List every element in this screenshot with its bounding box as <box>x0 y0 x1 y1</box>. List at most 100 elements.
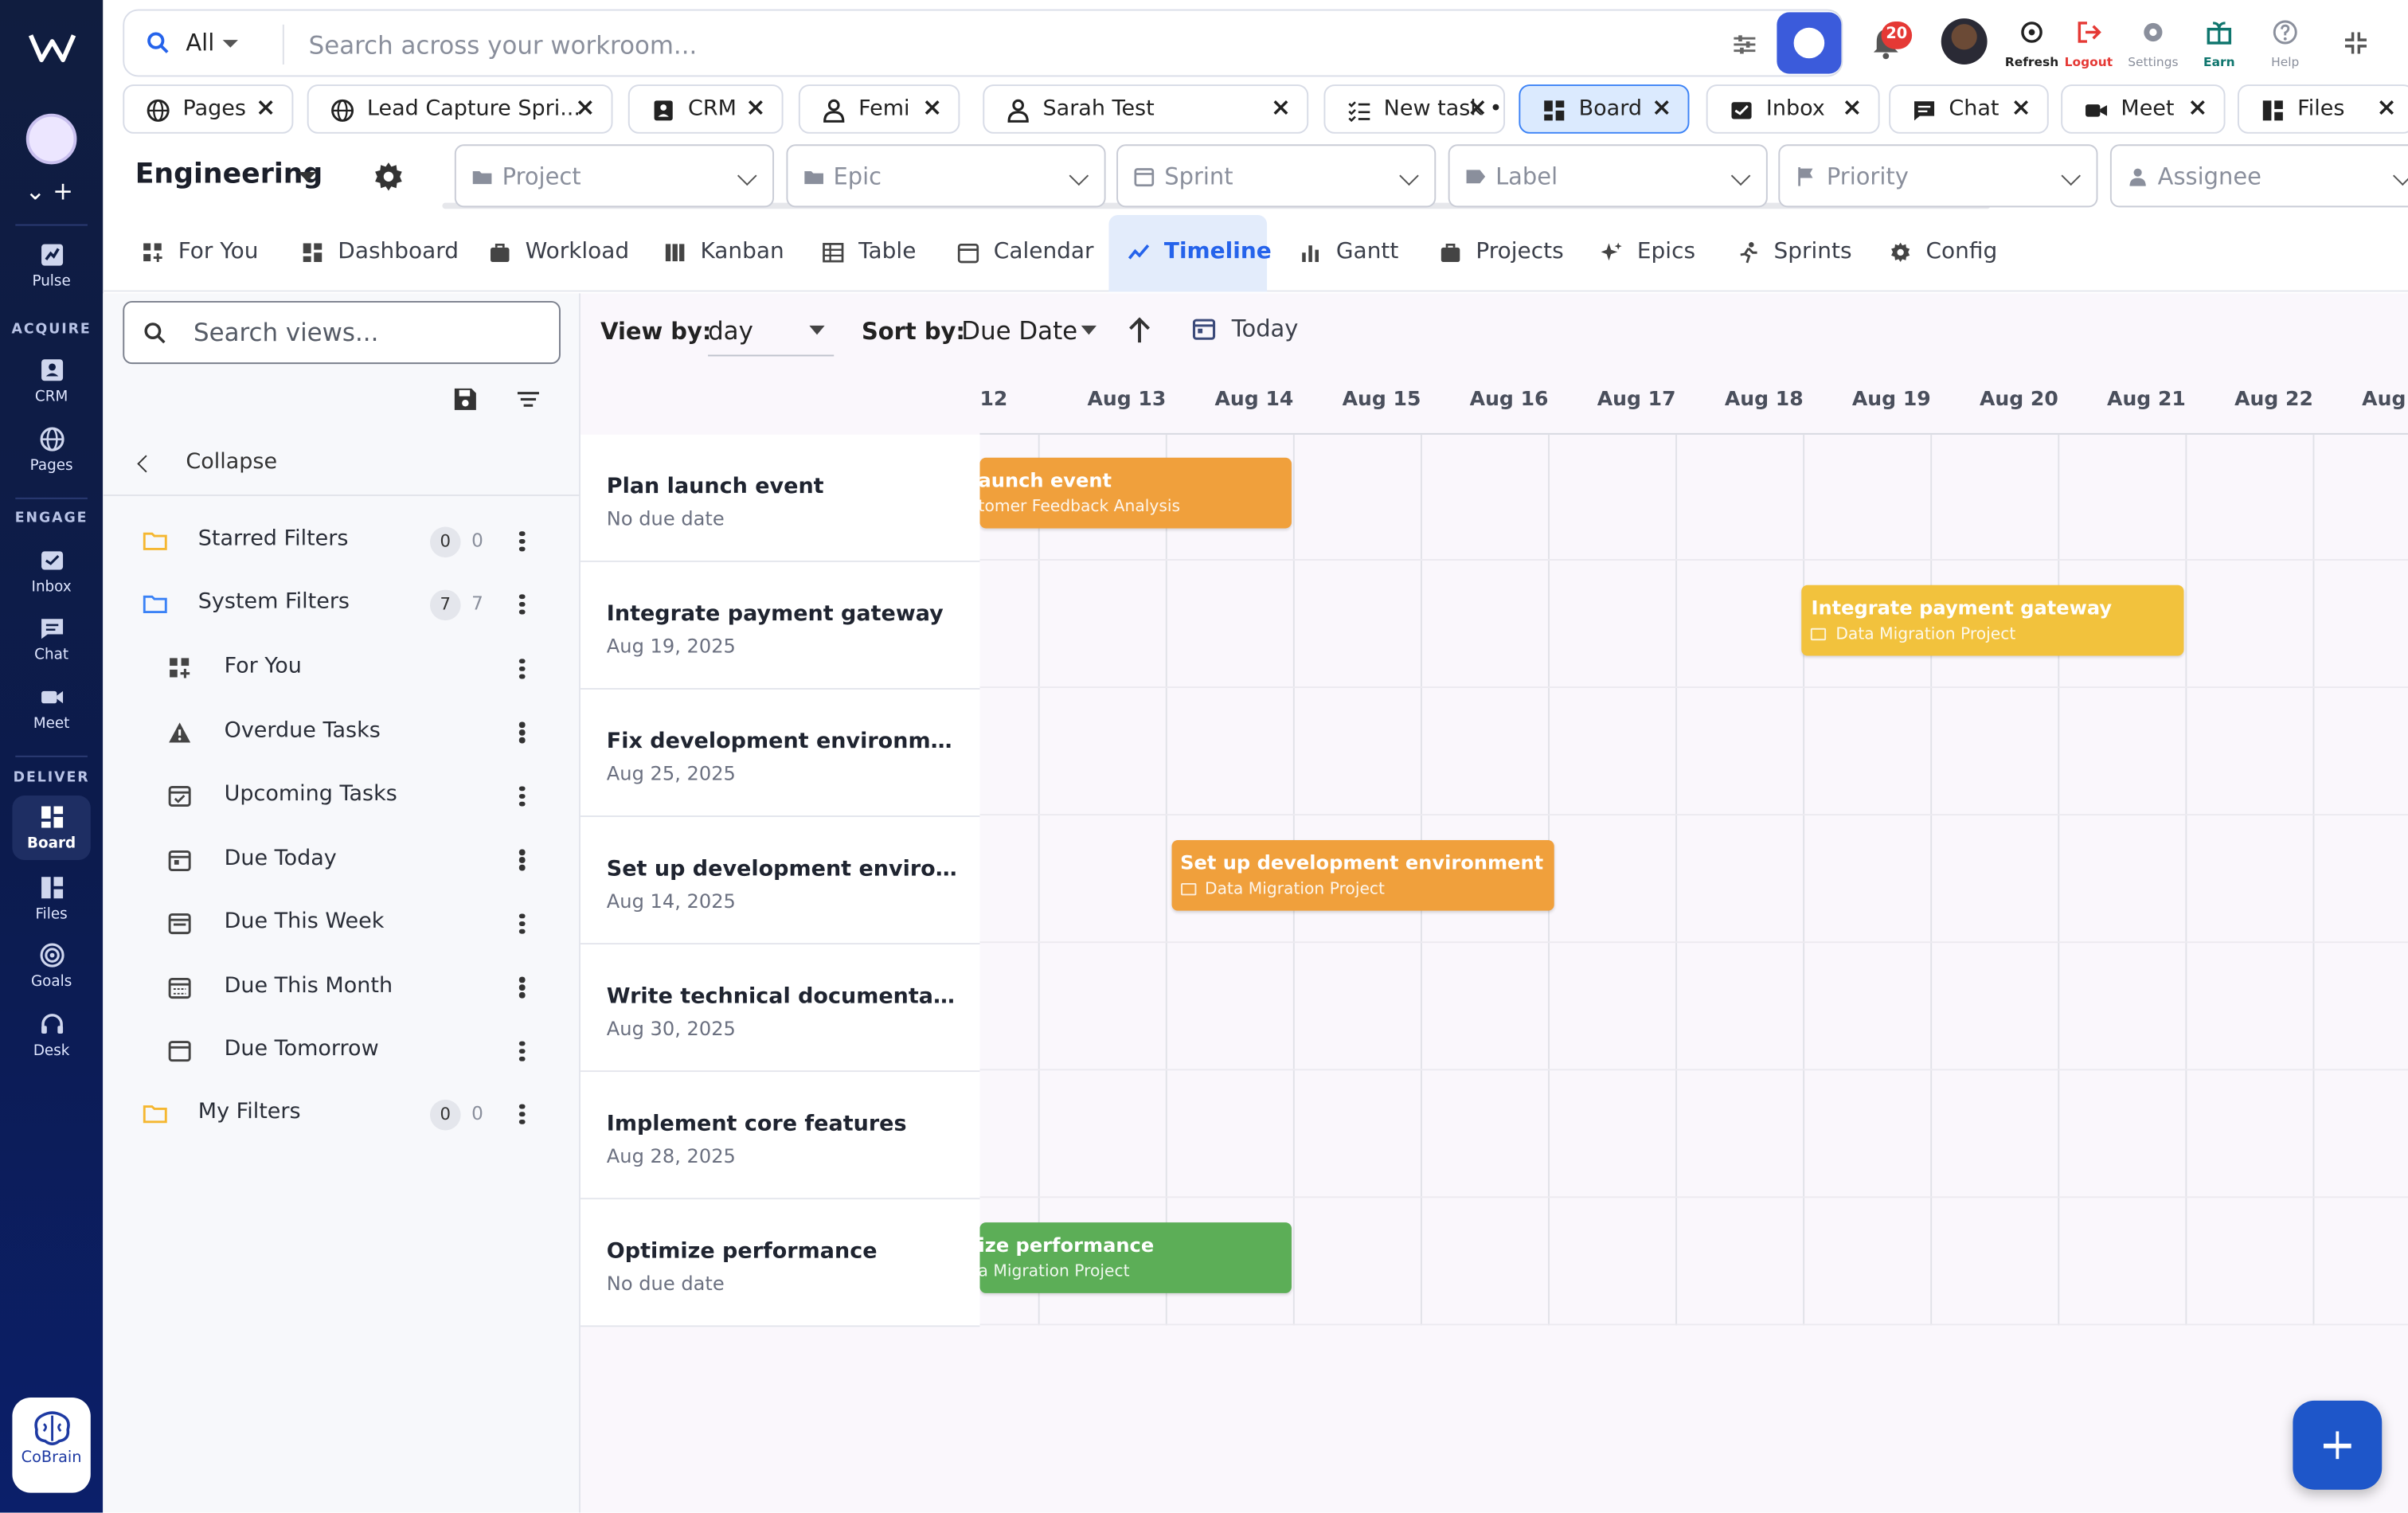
tab-crm[interactable]: CRM <box>627 84 784 134</box>
tab-meet[interactable]: Meet <box>2061 84 2226 134</box>
rail-item-pulse[interactable]: Pulse <box>12 233 90 298</box>
close-icon[interactable] <box>921 97 943 119</box>
search-submit-button[interactable] <box>1777 12 1842 74</box>
rail-item-files[interactable]: Files <box>12 866 90 931</box>
close-icon[interactable] <box>2011 97 2032 119</box>
tab-femi[interactable]: Femi <box>798 84 960 134</box>
topbar-action-help[interactable]: Help <box>2251 18 2319 69</box>
tab-projects[interactable]: Projects <box>1421 215 1574 291</box>
task-row[interactable]: Plan launch event No due date <box>580 434 980 562</box>
rail-item-pages[interactable]: Pages <box>12 418 90 483</box>
rail-item-desk[interactable]: Desk <box>12 1003 90 1067</box>
chevron-down-icon[interactable] <box>298 172 317 182</box>
rail-item-meet[interactable]: Meet <box>12 676 90 741</box>
filter-project[interactable]: Project <box>454 144 775 208</box>
system-filter-overdue-tasks[interactable]: Overdue Tasks <box>103 701 580 764</box>
more-options-icon[interactable] <box>518 528 527 556</box>
system-filter-upcoming-tasks[interactable]: Upcoming Tasks <box>103 764 580 827</box>
filter-sprint[interactable]: Sprint <box>1116 144 1437 208</box>
rail-item-chat[interactable]: Chat <box>12 607 90 671</box>
close-icon[interactable] <box>255 97 276 119</box>
tab-files[interactable]: Files <box>2237 84 2408 134</box>
more-options-icon[interactable] <box>518 975 527 1003</box>
timeline-task-bar[interactable]: ize performance a Migration Project <box>979 1222 1292 1293</box>
filter-priority[interactable]: Priority <box>1779 144 2099 208</box>
tab-epics[interactable]: Epics <box>1581 215 1710 291</box>
timeline-task-bar[interactable]: Set up development environment Data Migra… <box>1171 839 1554 911</box>
search-scope-select[interactable]: All <box>186 29 214 57</box>
tab-sarah-test[interactable]: Sarah Test <box>983 84 1309 134</box>
tab-chat[interactable]: Chat <box>1889 84 2049 134</box>
more-options-icon[interactable] <box>518 847 527 875</box>
gear-icon[interactable] <box>372 160 405 194</box>
tab-timeline[interactable]: Timeline <box>1108 215 1272 292</box>
close-icon[interactable] <box>2187 97 2208 119</box>
chevron-down-icon[interactable]: ⌄ <box>22 177 49 206</box>
tab-calendar[interactable]: Calendar <box>938 215 1100 291</box>
tab-workload[interactable]: Workload <box>470 215 637 291</box>
exit-fullscreen-icon[interactable] <box>2340 28 2371 59</box>
timeline-task-bar[interactable]: aunch event tomer Feedback Analysis <box>979 457 1292 529</box>
more-options-icon[interactable] <box>518 1101 527 1129</box>
system-filter-due-this-week[interactable]: Due This Week <box>103 893 580 956</box>
task-row[interactable]: Fix development environment Aug 25, 2025 <box>580 689 980 818</box>
sort-lines-icon[interactable] <box>514 385 542 413</box>
task-row[interactable]: Implement core features Aug 28, 2025 <box>580 1072 980 1200</box>
close-icon[interactable] <box>1841 97 1863 119</box>
task-row[interactable]: Set up development environm... Aug 14, 20… <box>580 817 980 945</box>
tab-board[interactable]: Board <box>1519 84 1690 134</box>
filter-group-starred-filters[interactable]: Starred Filters 0 0 <box>103 510 580 573</box>
filter-options-icon[interactable] <box>1731 31 1759 59</box>
system-filter-due-this-month[interactable]: Due This Month <box>103 956 580 1019</box>
search-views-input[interactable]: Search views... <box>123 301 561 365</box>
tab-table[interactable]: Table <box>803 215 936 291</box>
system-filter-due-tomorrow[interactable]: Due Tomorrow <box>103 1020 580 1083</box>
more-options-icon[interactable] <box>518 911 527 939</box>
sort-by-select[interactable]: Due Date <box>961 311 1105 357</box>
tab-inbox[interactable]: Inbox <box>1706 84 1880 134</box>
rail-item-inbox[interactable]: Inbox <box>12 539 90 604</box>
more-options-icon[interactable] <box>518 656 527 684</box>
close-icon[interactable] <box>574 97 596 119</box>
workspace-selector[interactable]: Engineering <box>135 158 323 191</box>
user-avatar[interactable] <box>1941 18 1988 65</box>
search-input[interactable]: Search across your workroom... <box>309 31 698 61</box>
close-icon[interactable] <box>2376 97 2398 119</box>
save-view-icon[interactable] <box>452 385 479 413</box>
topbar-action-settings[interactable]: Settings <box>2119 18 2187 69</box>
view-by-select[interactable]: day <box>708 311 835 357</box>
add-workspace-icon[interactable]: + <box>49 177 77 206</box>
app-logo[interactable] <box>28 31 77 65</box>
rail-item-goals[interactable]: Goals <box>12 934 90 999</box>
filter-label[interactable]: Label <box>1448 144 1768 208</box>
timeline-task-bar[interactable]: Integrate payment gateway Data Migration … <box>1801 584 2185 656</box>
task-row[interactable]: Write technical documentation Aug 30, 202… <box>580 944 980 1073</box>
rail-item-board[interactable]: Board <box>12 796 91 861</box>
sort-direction-icon[interactable] <box>1126 315 1154 346</box>
topbar-action-logout[interactable]: Logout <box>2054 18 2122 69</box>
close-icon[interactable] <box>1651 97 1672 119</box>
filter-group-my-filters[interactable]: My Filters 0 0 <box>103 1083 580 1146</box>
filter-assignee[interactable]: Assignee <box>2109 144 2408 208</box>
tab-new-task-marke[interactable]: New task • Marke... <box>1323 84 1506 134</box>
rail-item-crm[interactable]: CRM <box>12 349 90 413</box>
tab-dashboard[interactable]: Dashboard <box>283 215 463 291</box>
system-filter-for-you[interactable]: For You <box>103 637 580 700</box>
tab-for-you[interactable]: For You <box>123 215 276 291</box>
tab-pages[interactable]: Pages <box>123 84 294 134</box>
system-filter-due-today[interactable]: Due Today <box>103 828 580 891</box>
close-icon[interactable] <box>1467 97 1488 119</box>
more-options-icon[interactable] <box>518 784 527 811</box>
topbar-action-earn[interactable]: Earn <box>2185 18 2253 69</box>
filter-group-system-filters[interactable]: System Filters 7 7 <box>103 573 580 635</box>
tab-sprints[interactable]: Sprints <box>1718 215 1863 291</box>
chevron-down-icon[interactable] <box>222 40 238 48</box>
tab-config[interactable]: Config <box>1870 215 2016 291</box>
close-icon[interactable] <box>745 97 766 119</box>
collapse-button[interactable]: Collapse <box>103 435 581 496</box>
add-task-button[interactable] <box>2293 1400 2383 1490</box>
tab-gantt[interactable]: Gantt <box>1280 215 1413 291</box>
more-options-icon[interactable] <box>518 720 527 748</box>
close-icon[interactable] <box>1270 97 1292 119</box>
tab-kanban[interactable]: Kanban <box>645 215 796 291</box>
